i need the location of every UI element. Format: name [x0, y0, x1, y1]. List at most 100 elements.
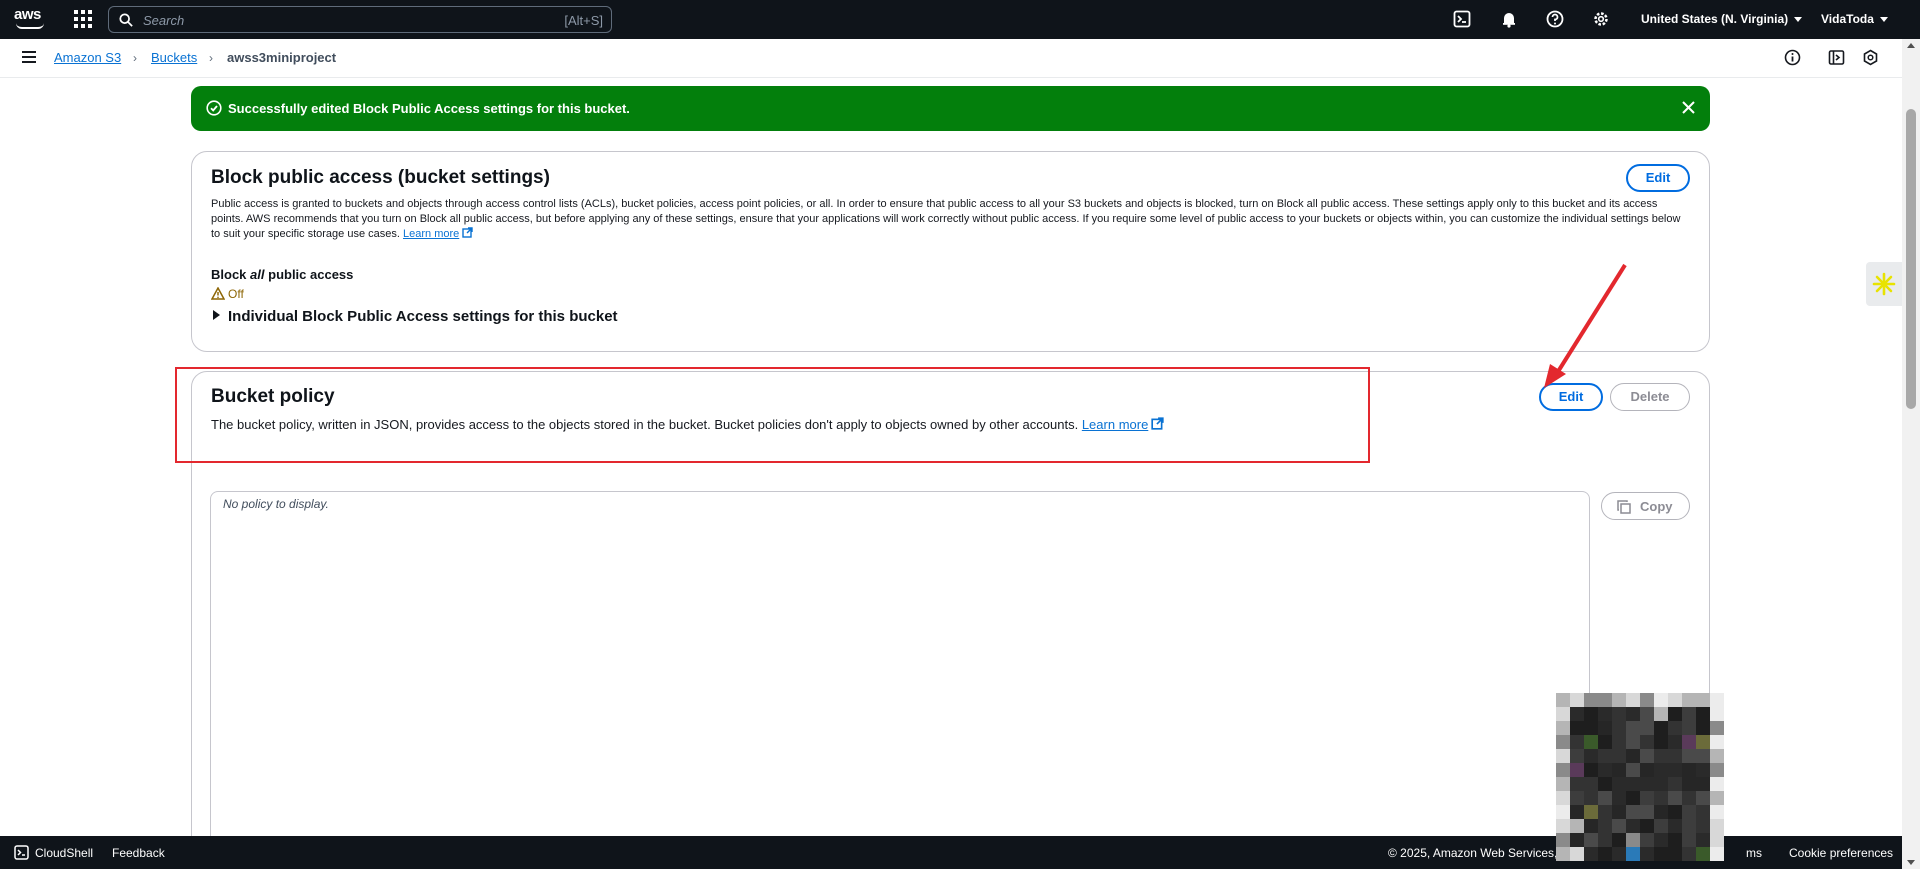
- pixel-cell: [1556, 833, 1570, 847]
- block-public-access-edit-button[interactable]: Edit: [1626, 164, 1690, 192]
- breadcrumb-bar: Amazon S3 › Buckets › awss3miniproject: [0, 39, 1902, 78]
- pixel-cell: [1570, 777, 1584, 791]
- assistant-side-widget[interactable]: [1866, 262, 1902, 306]
- pixel-cell: [1570, 833, 1584, 847]
- pixel-cell: [1668, 763, 1682, 777]
- copy-button[interactable]: Copy: [1601, 492, 1690, 520]
- pixel-cell: [1640, 819, 1654, 833]
- pixel-cell: [1682, 735, 1696, 749]
- pixel-cell: [1584, 749, 1598, 763]
- pixel-cell: [1598, 847, 1612, 861]
- user-menu[interactable]: VidaToda: [1821, 12, 1888, 26]
- breadcrumb-link[interactable]: Amazon S3: [54, 50, 121, 65]
- pixel-cell: [1668, 693, 1682, 707]
- breadcrumb-buckets[interactable]: Buckets: [151, 50, 197, 65]
- top-navigation: aws Search [Alt+S] United States (N. Vir…: [0, 0, 1920, 39]
- pixel-cell: [1626, 819, 1640, 833]
- block-public-access-description: Public access is granted to buckets and …: [211, 197, 1686, 242]
- pixel-cell: [1584, 847, 1598, 861]
- scroll-up-icon[interactable]: [1907, 43, 1915, 48]
- pixel-cell: [1682, 749, 1696, 763]
- external-link-icon: [462, 227, 473, 238]
- gear-icon[interactable]: [1592, 10, 1610, 28]
- pixel-cell: [1584, 763, 1598, 777]
- pixel-cell: [1626, 721, 1640, 735]
- pixel-cell: [1696, 735, 1710, 749]
- pixel-cell: [1556, 805, 1570, 819]
- bell-icon[interactable]: [1500, 10, 1518, 28]
- pixel-cell: [1626, 693, 1640, 707]
- cookie-preferences-link[interactable]: Cookie preferences: [1789, 846, 1893, 860]
- pixel-cell: [1696, 847, 1710, 861]
- pixel-cell: [1668, 735, 1682, 749]
- settings-hex-icon[interactable]: [1862, 49, 1879, 66]
- warning-icon: [210, 286, 226, 300]
- pixel-cell: [1556, 777, 1570, 791]
- pixel-cell: [1668, 833, 1682, 847]
- pixel-cell: [1668, 847, 1682, 861]
- services-grid-icon[interactable]: [74, 10, 92, 28]
- pixel-cell: [1682, 693, 1696, 707]
- page-scrollbar[interactable]: [1902, 39, 1920, 869]
- panel-icon[interactable]: [1828, 49, 1845, 66]
- pixel-cell: [1598, 721, 1612, 735]
- pixel-cell: [1612, 847, 1626, 861]
- pixel-cell: [1640, 847, 1654, 861]
- search-input[interactable]: Search [Alt+S]: [108, 6, 612, 33]
- pixel-cell: [1612, 721, 1626, 735]
- pixel-cell: [1710, 805, 1724, 819]
- scroll-thumb[interactable]: [1906, 109, 1916, 409]
- feedback-link[interactable]: Feedback: [112, 846, 165, 860]
- pixel-cell: [1626, 749, 1640, 763]
- pixel-cell: [1696, 707, 1710, 721]
- pixel-cell: [1654, 721, 1668, 735]
- individual-settings-expander[interactable]: Individual Block Public Access settings …: [213, 308, 618, 325]
- pixel-cell: [1556, 791, 1570, 805]
- block-all-prefix: Block: [211, 267, 247, 282]
- menu-icon[interactable]: [22, 51, 36, 63]
- pixel-cell: [1584, 833, 1598, 847]
- close-icon[interactable]: [1681, 100, 1696, 115]
- block-all-emph: all: [250, 267, 265, 282]
- pixel-cell: [1710, 763, 1724, 777]
- aws-logo[interactable]: aws: [14, 6, 48, 32]
- pixel-cell: [1710, 721, 1724, 735]
- pixel-cell: [1640, 749, 1654, 763]
- breadcrumb-link[interactable]: Buckets: [151, 50, 197, 65]
- pixel-cell: [1598, 735, 1612, 749]
- pixel-cell: [1654, 805, 1668, 819]
- help-icon[interactable]: [1546, 10, 1564, 28]
- pixel-cell: [1654, 833, 1668, 847]
- pixel-cell: [1710, 749, 1724, 763]
- pixel-cell: [1626, 847, 1640, 861]
- pixel-cell: [1696, 805, 1710, 819]
- pixel-cell: [1654, 735, 1668, 749]
- breadcrumb-amazon-s3[interactable]: Amazon S3: [54, 50, 121, 65]
- pixel-cell: [1556, 735, 1570, 749]
- pixel-cell: [1682, 777, 1696, 791]
- pixel-cell: [1640, 693, 1654, 707]
- pixel-cell: [1584, 707, 1598, 721]
- region-selector[interactable]: United States (N. Virginia): [1641, 12, 1803, 26]
- pixel-cell: [1682, 721, 1696, 735]
- pixel-cell: [1556, 847, 1570, 861]
- scroll-down-icon[interactable]: [1907, 860, 1915, 865]
- pixel-cell: [1584, 819, 1598, 833]
- search-shortcut: [Alt+S]: [564, 13, 603, 28]
- pixel-cell: [1612, 735, 1626, 749]
- pixel-cell: [1682, 805, 1696, 819]
- cloudshell-link[interactable]: CloudShell: [35, 846, 93, 860]
- learn-more-link[interactable]: Learn more: [403, 227, 473, 240]
- pixel-cell: [1626, 707, 1640, 721]
- no-policy-text: No policy to display.: [223, 497, 329, 511]
- cloudshell-icon[interactable]: [1453, 10, 1471, 28]
- redacted-pixelated-region: [1556, 693, 1724, 861]
- aws-logo-text: aws: [14, 6, 41, 23]
- pixel-cell: [1612, 819, 1626, 833]
- pixel-cell: [1612, 763, 1626, 777]
- info-icon[interactable]: [1784, 49, 1801, 66]
- policy-code-viewer[interactable]: [210, 491, 1590, 869]
- terms-link[interactable]: ms: [1746, 846, 1762, 860]
- pixel-cell: [1584, 791, 1598, 805]
- pixel-cell: [1570, 847, 1584, 861]
